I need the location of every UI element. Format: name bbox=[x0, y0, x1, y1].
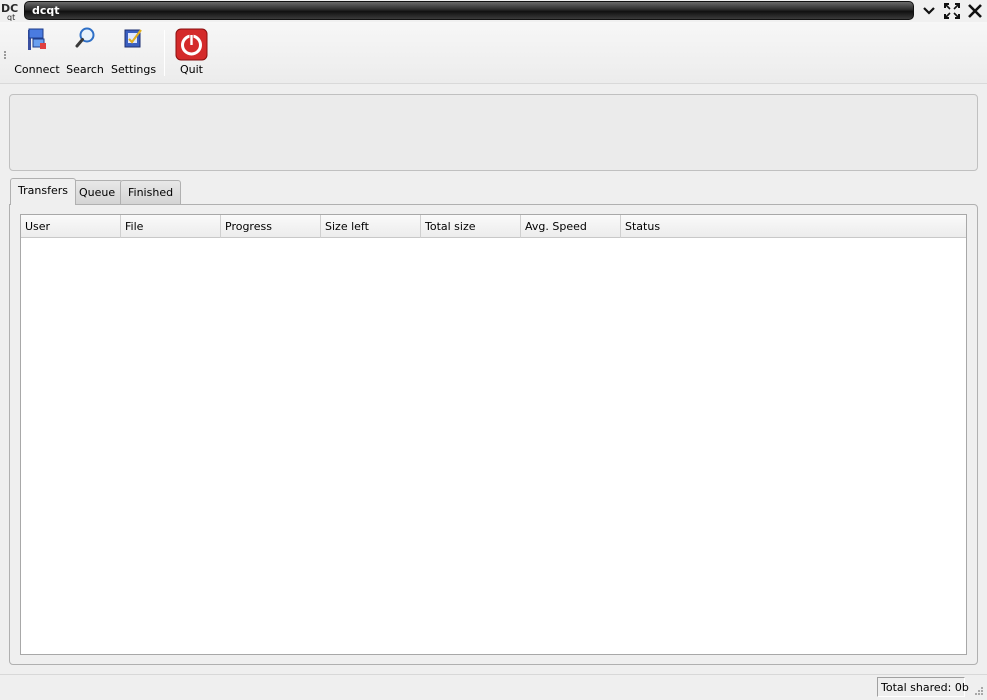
minimize-button[interactable] bbox=[920, 2, 938, 20]
power-icon bbox=[175, 28, 208, 61]
transfers-table[interactable]: User File Progress Size left Total size … bbox=[20, 214, 967, 655]
column-header-file[interactable]: File bbox=[121, 215, 221, 238]
tab-transfers-label: Transfers bbox=[18, 184, 68, 197]
search-label: Search bbox=[66, 63, 104, 76]
hub-info-panel bbox=[9, 94, 978, 171]
toolbar-grip-handle[interactable] bbox=[4, 51, 7, 59]
quit-label: Quit bbox=[180, 63, 203, 76]
status-bar: Total shared: 0b bbox=[0, 674, 987, 700]
title-bar: DC qt dcqt bbox=[0, 0, 987, 22]
resize-grip-icon[interactable] bbox=[970, 684, 984, 698]
settings-button[interactable]: Settings bbox=[111, 26, 157, 76]
connect-label: Connect bbox=[14, 63, 60, 76]
maximize-button[interactable] bbox=[943, 2, 961, 20]
settings-label: Settings bbox=[111, 63, 157, 76]
svg-text:qt: qt bbox=[7, 13, 15, 21]
column-header-progress[interactable]: Progress bbox=[221, 215, 321, 238]
close-icon bbox=[968, 4, 982, 18]
column-header-size-left[interactable]: Size left bbox=[321, 215, 421, 238]
column-header-user[interactable]: User bbox=[21, 215, 121, 238]
connect-button[interactable]: Connect bbox=[14, 26, 60, 76]
tab-finished[interactable]: Finished bbox=[120, 180, 182, 204]
close-button[interactable] bbox=[966, 2, 984, 20]
tab-queue-label: Queue bbox=[79, 186, 116, 199]
quit-button[interactable]: Quit bbox=[175, 28, 208, 76]
connect-icon bbox=[28, 28, 46, 50]
column-header-status[interactable]: Status bbox=[621, 215, 966, 238]
title-bar-pill[interactable]: dcqt bbox=[24, 1, 914, 20]
magnifier-icon bbox=[75, 27, 95, 48]
search-button[interactable]: Search bbox=[65, 26, 105, 76]
main-toolbar: Connect Search Settings Quit bbox=[0, 22, 987, 84]
column-header-avg-speed[interactable]: Avg. Speed bbox=[521, 215, 621, 238]
total-shared-status: Total shared: 0b bbox=[877, 677, 969, 697]
app-logo-icon: DC qt bbox=[1, 1, 22, 22]
tab-queue[interactable]: Queue bbox=[71, 180, 124, 204]
maximize-icon bbox=[944, 3, 960, 19]
chevron-down-icon bbox=[923, 7, 935, 15]
window-title: dcqt bbox=[32, 4, 60, 17]
table-header: User File Progress Size left Total size … bbox=[21, 215, 966, 238]
column-header-total-size[interactable]: Total size bbox=[421, 215, 521, 238]
tab-transfers[interactable]: Transfers bbox=[10, 178, 76, 205]
toolbar-separator bbox=[164, 30, 165, 76]
settings-icon bbox=[124, 29, 142, 48]
tab-finished-label: Finished bbox=[128, 186, 174, 199]
